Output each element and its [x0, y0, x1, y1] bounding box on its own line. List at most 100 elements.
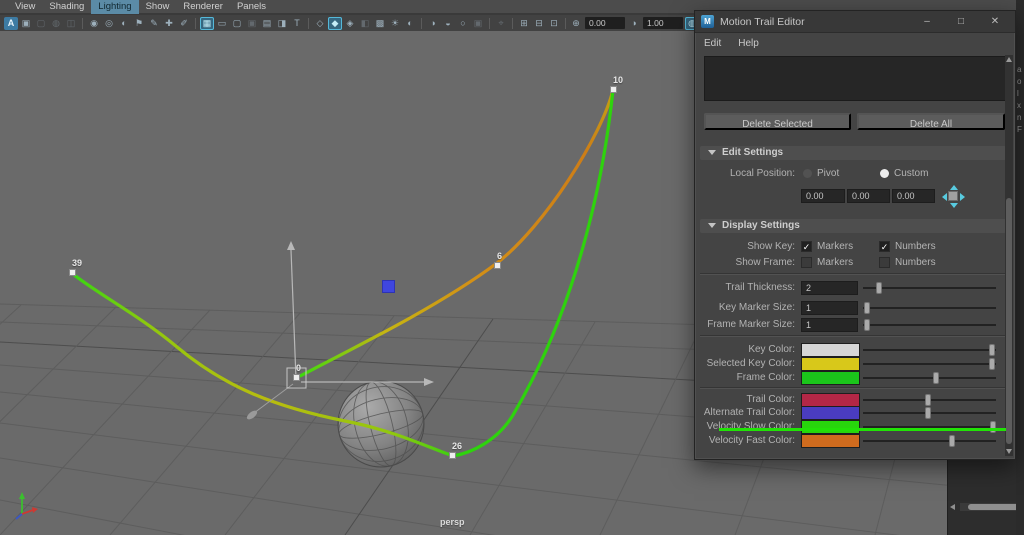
- slider-handle[interactable]: [989, 421, 996, 433]
- trail-thickness-slider[interactable]: [863, 282, 996, 294]
- paste-pose-icon[interactable]: ⊞: [517, 17, 531, 30]
- trail-key-39[interactable]: 39: [70, 258, 82, 275]
- trail-key-26[interactable]: 26: [450, 441, 462, 458]
- frame-marker-size-field[interactable]: 1: [801, 318, 858, 332]
- horizontal-scrollbar[interactable]: [960, 503, 1023, 511]
- use-default-material-icon[interactable]: ◧: [358, 17, 372, 30]
- scroll-up-icon[interactable]: [1006, 57, 1012, 62]
- caption-icon[interactable]: T: [290, 17, 304, 30]
- menu-shading[interactable]: Shading: [42, 0, 91, 14]
- grid-icon[interactable]: ▦: [200, 16, 214, 30]
- trail-color-swatch[interactable]: [801, 393, 860, 407]
- field-chart-icon[interactable]: ▤: [260, 17, 274, 30]
- resolution-gate-icon[interactable]: ▢: [230, 17, 244, 30]
- slider-handle[interactable]: [863, 302, 870, 314]
- velocity-fast-color-slider[interactable]: [863, 435, 996, 447]
- slider-handle[interactable]: [875, 282, 882, 294]
- scroll-left-icon[interactable]: [950, 504, 955, 510]
- camera-output-icon[interactable]: ◨: [275, 17, 289, 30]
- key-color-swatch[interactable]: [801, 343, 860, 357]
- camera-icon[interactable]: ◉: [87, 17, 101, 30]
- window-titlebar[interactable]: M Motion Trail Editor – □ ✕: [695, 11, 1015, 33]
- key-marker-size-slider[interactable]: [863, 302, 996, 314]
- lighting-all-icon[interactable]: A: [4, 16, 18, 30]
- gamma-field[interactable]: 1.00: [643, 17, 683, 29]
- slider-handle[interactable]: [933, 372, 940, 384]
- pivot-radio[interactable]: [803, 169, 812, 178]
- exposure-field[interactable]: 0.00: [585, 17, 625, 29]
- vertical-scrollbar[interactable]: [1005, 55, 1013, 456]
- custom-radio[interactable]: [880, 169, 889, 178]
- snapshot-icon[interactable]: ⊡: [547, 17, 561, 30]
- nudge-center-handle[interactable]: [948, 191, 958, 201]
- horizontal-scrollbar-thumb[interactable]: [968, 504, 1022, 510]
- nudge-down-icon[interactable]: [950, 203, 958, 208]
- menu-help[interactable]: Help: [738, 38, 759, 49]
- nudge-widget[interactable]: [942, 185, 965, 208]
- wireframe-on-shaded-icon[interactable]: ▩: [373, 17, 387, 30]
- velocity-fast-color-swatch[interactable]: [801, 434, 860, 448]
- alternate-trail-color-swatch[interactable]: [801, 406, 860, 420]
- depth-of-field-icon[interactable]: ○: [456, 17, 470, 30]
- delete-all-button[interactable]: Delete All: [857, 113, 1005, 130]
- close-button[interactable]: ✕: [981, 11, 1009, 33]
- alternate-trail-color-slider[interactable]: [863, 407, 996, 419]
- position-z-field[interactable]: 0.00: [892, 189, 935, 203]
- pen-icon[interactable]: ✐: [177, 17, 191, 30]
- camera-lock-icon[interactable]: ◎: [102, 17, 116, 30]
- menu-show[interactable]: Show: [139, 0, 177, 14]
- nudge-left-icon[interactable]: [942, 193, 947, 201]
- scroll-down-icon[interactable]: [1006, 449, 1012, 454]
- nudge-up-icon[interactable]: [950, 185, 958, 190]
- trail-key-10[interactable]: 10: [611, 75, 623, 92]
- slider-handle[interactable]: [863, 319, 870, 331]
- delete-selected-button[interactable]: Delete Selected: [704, 113, 851, 130]
- show-key-numbers-checkbox[interactable]: ✓: [879, 241, 890, 252]
- isolate-select-icon[interactable]: ▣: [471, 17, 485, 30]
- select-tool-icon[interactable]: ⌖: [494, 17, 508, 30]
- show-frame-numbers-checkbox[interactable]: [879, 257, 890, 268]
- selected-key-color-slider[interactable]: [863, 358, 996, 370]
- frame-color-slider[interactable]: [863, 372, 996, 384]
- show-key-markers-checkbox[interactable]: ✓: [801, 241, 812, 252]
- smooth-shade-icon[interactable]: ◆: [328, 16, 342, 30]
- motion-trail-list[interactable]: [704, 56, 1007, 101]
- ambient-occlusion-icon[interactable]: ◑: [426, 17, 440, 30]
- film-gate-icon[interactable]: ▭: [215, 17, 229, 30]
- lighting-flat-icon[interactable]: ▢: [34, 17, 48, 30]
- textured-shade-icon[interactable]: ◈: [343, 17, 357, 30]
- menu-edit[interactable]: Edit: [704, 38, 721, 49]
- blue-cube-object[interactable]: [382, 280, 395, 293]
- trail-color-slider[interactable]: [863, 394, 996, 406]
- slider-handle[interactable]: [925, 407, 932, 419]
- edit-settings-header[interactable]: Edit Settings: [700, 146, 1006, 160]
- frame-color-swatch[interactable]: [801, 371, 860, 385]
- lighting-selected-icon[interactable]: ▣: [19, 17, 33, 30]
- trail-thickness-field[interactable]: 2: [801, 281, 858, 295]
- motion-blur-icon[interactable]: ◒: [441, 17, 455, 30]
- minimize-button[interactable]: –: [913, 11, 941, 33]
- menu-lighting[interactable]: Lighting: [91, 0, 139, 14]
- grease-pencil-icon[interactable]: ✎: [147, 17, 161, 30]
- menu-panels[interactable]: Panels: [230, 0, 273, 14]
- trail-key-0[interactable]: 0: [294, 363, 301, 380]
- textured-lighting-icon[interactable]: ◫: [64, 17, 78, 30]
- lights-icon[interactable]: ☀: [388, 17, 402, 30]
- position-x-field[interactable]: 0.00: [801, 189, 845, 203]
- slider-handle[interactable]: [989, 344, 995, 356]
- slider-handle[interactable]: [949, 435, 956, 447]
- maximize-button[interactable]: □: [947, 11, 975, 33]
- nudge-right-icon[interactable]: [960, 193, 965, 201]
- copy-pose-icon[interactable]: ⊟: [532, 17, 546, 30]
- wireframe-icon[interactable]: ◇: [313, 17, 327, 30]
- display-settings-header[interactable]: Display Settings: [700, 219, 1006, 233]
- shadows-icon[interactable]: ◐: [403, 17, 417, 30]
- camera-aim-icon[interactable]: ◐: [117, 17, 131, 30]
- slider-handle[interactable]: [989, 358, 995, 370]
- menu-view[interactable]: View: [8, 0, 42, 14]
- lighting-none-icon[interactable]: ◍: [49, 17, 63, 30]
- show-frame-markers-checkbox[interactable]: [801, 257, 812, 268]
- position-y-field[interactable]: 0.00: [847, 189, 890, 203]
- trail-key-6[interactable]: 6: [495, 251, 502, 268]
- menu-renderer[interactable]: Renderer: [176, 0, 230, 14]
